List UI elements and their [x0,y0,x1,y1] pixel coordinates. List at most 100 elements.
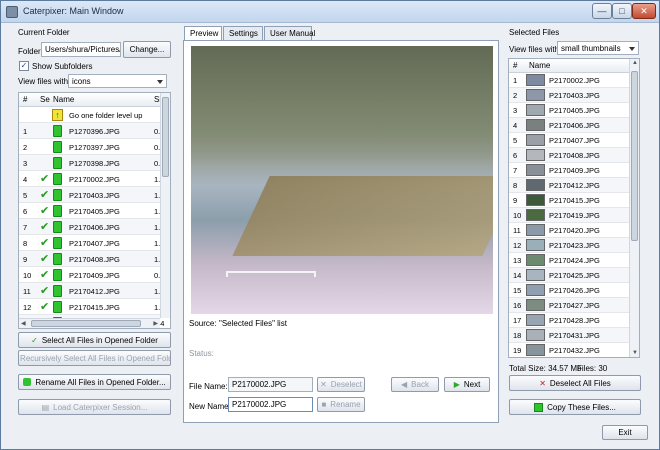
right-list-vscroll[interactable]: ▲ ▼ [629,59,639,357]
window-title: Caterpixer: Main Window [23,6,124,16]
select-all-button[interactable]: ✓ Select All Files in Opened Folder [18,332,171,348]
table-row[interactable]: 5✔P2170403.JPG1.0 [19,187,164,203]
list-item[interactable]: 11 P2170420.JPG [509,223,629,238]
list-item[interactable]: 6 P2170408.JPG [509,148,629,163]
change-folder-button[interactable]: Change... [123,41,171,58]
list-item[interactable]: 16 P2170427.JPG [509,298,629,313]
tab-user-manual[interactable]: User Manual [264,26,315,40]
list-item[interactable]: 9 P2170415.JPG [509,193,629,208]
list-item[interactable]: 7 P2170409.JPG [509,163,629,178]
check-icon[interactable]: ✔ [40,284,49,297]
left-hscroll-thumb[interactable] [31,320,141,327]
right-col-name[interactable]: Name [529,61,550,70]
check-icon[interactable]: ✔ [40,188,49,201]
table-row[interactable]: 2P1270397.JPG0.8 [19,139,164,155]
left-list-header: # Se Name Si [19,93,161,107]
row-number: 15 [513,286,522,295]
col-num[interactable]: # [23,95,27,104]
scroll-right-icon[interactable]: ▶ [153,320,158,327]
source-label: Source: [189,319,217,328]
table-row[interactable]: 3P1270398.JPG0.8 [19,155,164,171]
maximize-button[interactable]: □ [612,3,632,19]
list-item[interactable]: 19 P2170432.JPG [509,343,629,357]
right-list-header: # Name [509,59,629,73]
close-button[interactable]: ✕ [632,3,656,19]
col-selected[interactable]: Se [40,95,50,104]
table-row[interactable]: 8✔P2170407.JPG1.0 [19,235,164,251]
load-session-icon: ▤ [41,402,50,412]
show-subfolders-checkbox[interactable]: ✓ [19,61,29,71]
up-folder-row[interactable]: ↑ Go one folder level up [19,107,160,123]
list-item[interactable]: 10 P2170419.JPG [509,208,629,223]
check-icon[interactable]: ✔ [40,172,49,185]
tab-preview[interactable]: Preview [184,26,222,41]
table-row[interactable]: 1P1270396.JPG0.8 [19,123,164,139]
list-item[interactable]: 18 P2170431.JPG [509,328,629,343]
back-button[interactable]: ◀ Back [391,377,439,392]
table-row[interactable]: 11✔P2170412.JPG1.0 [19,283,164,299]
table-row[interactable]: 6✔P2170405.JPG1.1 [19,203,164,219]
file-icon [53,189,62,201]
thumbnail-image [526,149,545,161]
list-item[interactable]: 4 P2170406.JPG [509,118,629,133]
right-view-with-select[interactable]: small thumbnails [557,41,639,55]
table-row[interactable]: 4✔P2170002.JPG1.0 [19,171,164,187]
rename-all-button[interactable]: Rename All Files in Opened Folder... [18,374,171,390]
list-item[interactable]: 17 P2170428.JPG [509,313,629,328]
deselect-all-button[interactable]: ✕ Deselect All Files [509,375,641,391]
left-view-with-value: icons [72,77,91,86]
title-bar[interactable]: Caterpixer: Main Window — □ ✕ [1,1,659,23]
scroll-up-icon[interactable]: ▲ [632,60,638,66]
check-icon[interactable]: ✔ [40,300,49,313]
table-row[interactable]: 9✔P2170408.JPG1.0 [19,251,164,267]
file-icon [53,237,62,249]
list-item[interactable]: 14 P2170425.JPG [509,268,629,283]
selected-files-title: Selected Files [509,28,560,37]
list-item[interactable]: 3 P2170405.JPG [509,103,629,118]
next-button[interactable]: ▶ Next [444,377,490,392]
check-icon[interactable]: ✔ [40,220,49,233]
left-view-with-select[interactable]: icons [68,74,167,88]
check-icon[interactable]: ✔ [40,204,49,217]
check-icon[interactable]: ✔ [40,252,49,265]
load-session-button[interactable]: ▤ Load Caterpixer Session... [18,399,171,415]
list-item[interactable]: 1 P2170002.JPG [509,73,629,88]
minimize-button[interactable]: — [592,3,612,19]
left-vscroll-thumb[interactable] [162,97,169,177]
left-list-vscroll[interactable] [160,93,170,318]
new-name-field[interactable]: P2170002.JPG [228,397,313,412]
right-vscroll-thumb[interactable] [631,71,638,241]
right-col-num[interactable]: # [513,61,517,70]
tab-settings[interactable]: Settings [223,26,263,40]
file-name: P2170405.JPG [549,106,600,115]
list-item[interactable]: 13 P2170424.JPG [509,253,629,268]
current-folder-list[interactable]: # Se Name Si ↑ Go one folder level up 1 P… [18,92,171,329]
list-item[interactable]: 15 P2170426.JPG [509,283,629,298]
list-item[interactable]: 5 P2170407.JPG [509,133,629,148]
row-number: 8 [23,239,28,248]
check-icon[interactable]: ✔ [40,236,49,249]
table-row[interactable]: 10✔P2170409.JPG0.9 [19,267,164,283]
table-row[interactable]: 12✔P2170415.JPG1.4 [19,299,164,315]
selected-files-list[interactable]: # Name 1 P2170002.JPG 2 P2170403.JPG 3 P21704… [508,58,640,358]
file-name-field[interactable]: P2170002.JPG [228,377,313,392]
file-icon [53,157,62,169]
scroll-down-icon[interactable]: ▼ [632,350,638,356]
check-icon[interactable]: ✔ [40,268,49,281]
exit-button[interactable]: Exit [602,425,648,440]
list-item[interactable]: 8 P2170412.JPG [509,178,629,193]
left-list-hscroll[interactable]: ◀ ▶ [19,318,160,328]
row-number: 10 [513,211,522,220]
list-item[interactable]: 12 P2170423.JPG [509,238,629,253]
list-item[interactable]: 2 P2170403.JPG [509,88,629,103]
arrow-right-icon: ▶ [453,380,460,389]
table-row[interactable]: 7✔P2170406.JPG1.0 [19,219,164,235]
recursive-select-button[interactable]: ✓ Recursively Select All Files in Opened… [18,350,171,366]
folder-path-input[interactable]: Users/shura/Pictures/84 [41,42,121,57]
row-number: 13 [513,256,522,265]
scroll-left-icon[interactable]: ◀ [21,320,26,327]
deselect-button[interactable]: ✕ Deselect [317,377,365,392]
copy-files-button[interactable]: Copy These Files... [509,399,641,415]
rename-button[interactable]: ■ Rename [317,397,365,412]
col-name[interactable]: Name [53,95,74,104]
